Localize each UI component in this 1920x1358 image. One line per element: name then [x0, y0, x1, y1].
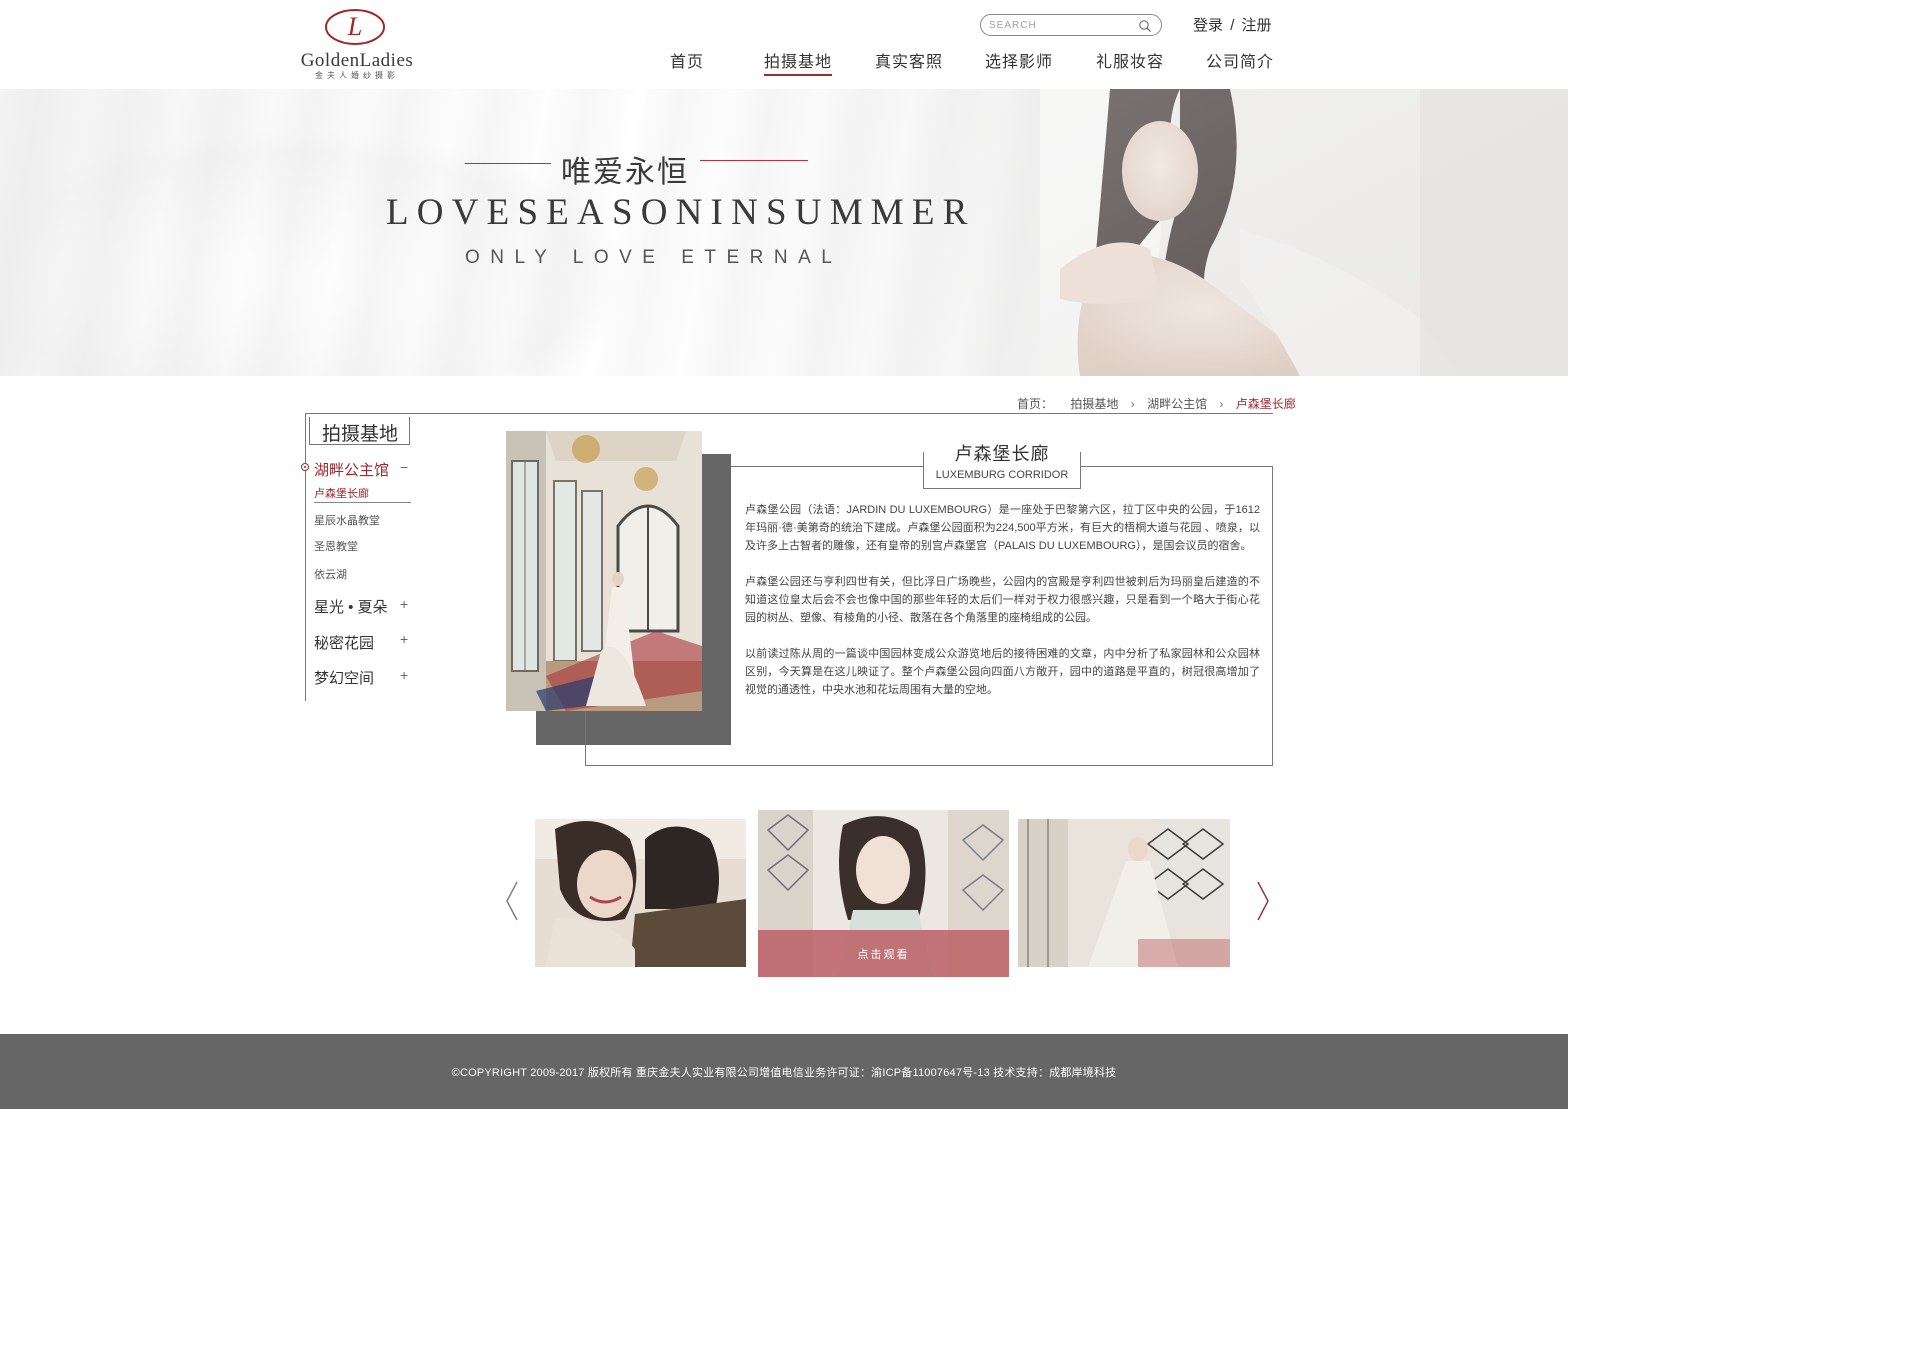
logo-emblem-icon: L [325, 9, 385, 45]
site-header: L GoldenLadies 金夫人婚纱摄影 登录 / 注册 首页 拍摄基地 真… [0, 0, 1568, 89]
brand-name: GoldenLadies [300, 50, 414, 71]
breadcrumb-home[interactable]: 首页： [1017, 397, 1053, 411]
feature-description: 卢森堡公园（法语：JARDIN DU LUXEMBOURG）是一座处于巴黎第六区… [745, 501, 1260, 717]
account-links: 登录 / 注册 [1193, 14, 1272, 35]
active-marker-icon [301, 463, 309, 471]
section-divider [305, 413, 1273, 414]
search-box [980, 14, 1162, 36]
brand-subtitle: 金夫人婚纱摄影 [315, 71, 399, 80]
banner-divider-left [465, 163, 551, 164]
sidebar-item-crystal-church[interactable]: 星辰水晶教堂 [314, 512, 380, 528]
sidebar-item-underline [314, 502, 411, 503]
feature-paragraph: 以前读过陈从周的一篇谈中国园林变成公众游览地后的接待困难的文章，内中分析了私家园… [745, 648, 1260, 696]
copyright-text: ©COPYRIGHT 2009-2017 版权所有 重庆金夫人实业有限公司增值电… [451, 1067, 1117, 1079]
breadcrumb-current: 卢森堡长廊 [1235, 397, 1296, 411]
expand-icon[interactable]: + [400, 631, 408, 647]
hero-banner: 唯爱永恒 LOVESEASONINSUMMER ONLY LOVE ETERNA… [0, 89, 1568, 376]
carousel-thumb[interactable] [1018, 819, 1230, 967]
feature-photo[interactable] [506, 431, 702, 711]
svg-text:L: L [347, 12, 362, 41]
search-icon[interactable] [1138, 19, 1152, 33]
chevron-right-icon: › [1130, 397, 1135, 411]
register-link[interactable]: 注册 [1242, 17, 1272, 34]
feature-paragraph: 卢森堡公园还与亨利四世有关，但比浮日广场晚些，公园内的宫殿是亨利四世被刺后为玛丽… [745, 576, 1260, 624]
expand-icon[interactable]: + [400, 596, 408, 612]
breadcrumb-item[interactable]: 拍摄基地 [1070, 397, 1118, 411]
feature-title: 卢森堡长廊 [954, 444, 1050, 464]
sidebar-item-luxemburg[interactable]: 卢森堡长廊 [314, 485, 369, 501]
feature-paragraph: 卢森堡公园（法语：JARDIN DU LUXEMBOURG）是一座处于巴黎第六区… [745, 504, 1260, 552]
feature-frame-top [731, 466, 923, 467]
nav-item-real-photos[interactable]: 真实客照 [875, 48, 943, 76]
sidebar-group-secret-garden[interactable]: 秘密花园 [314, 632, 374, 653]
sidebar-heading-text: 拍摄基地 [322, 424, 399, 445]
carousel-thumb[interactable] [535, 819, 746, 967]
nav-item-photographers[interactable]: 选择影师 [985, 48, 1053, 76]
sidebar-group-lakeside[interactable]: 湖畔公主馆 [314, 459, 389, 480]
collapse-icon[interactable]: − [400, 459, 408, 475]
sidebar-group-dream-space[interactable]: 梦幻空间 [314, 667, 374, 688]
nav-item-dress-makeup[interactable]: 礼服妆容 [1096, 48, 1164, 76]
expand-icon[interactable]: + [400, 667, 408, 683]
nav-item-home[interactable]: 首页 [670, 48, 704, 76]
nav-item-about[interactable]: 公司简介 [1206, 48, 1274, 76]
brand-logo[interactable]: L GoldenLadies 金夫人婚纱摄影 [294, 6, 420, 82]
banner-tagline: ONLY LOVE ETERNAL [465, 247, 843, 268]
sidebar-rail [305, 413, 306, 701]
main-nav: 首页 拍摄基地 真实客照 选择影师 礼服妆容 公司简介 [640, 48, 1280, 78]
search-input[interactable] [989, 17, 1134, 33]
breadcrumb-item[interactable]: 湖畔公主馆 [1147, 397, 1207, 411]
carousel-prev-icon[interactable] [505, 881, 519, 921]
sidebar-group-starlight[interactable]: 星光 • 夏朵 [314, 596, 388, 617]
sidebar-heading: 拍摄基地 [304, 417, 410, 447]
bride-photo [1040, 89, 1568, 376]
feature-subtitle: LUXEMBURG CORRIDOR [935, 469, 1069, 481]
banner-divider-right [700, 160, 808, 161]
carousel-next-icon[interactable] [1256, 881, 1270, 921]
carousel-thumb-active[interactable] [758, 810, 1009, 977]
site-footer: ©COPYRIGHT 2009-2017 版权所有 重庆金夫人实业有限公司增值电… [0, 1034, 1568, 1109]
sidebar-item-evian-lake[interactable]: 依云湖 [314, 566, 347, 582]
sidebar-item-grace-church[interactable]: 圣恩教堂 [314, 538, 358, 554]
banner-title: 唯爱永恒 [561, 156, 689, 189]
feature-frame-top [1081, 466, 1273, 467]
banner-headline: LOVESEASONINSUMMER [386, 192, 976, 233]
chevron-right-icon: › [1219, 397, 1224, 411]
breadcrumb: 首页： 拍摄基地 › 湖畔公主馆 › 卢森堡长廊 [1017, 395, 1296, 412]
nav-item-locations[interactable]: 拍摄基地 [764, 48, 833, 76]
login-separator: / [1230, 17, 1235, 34]
login-link[interactable]: 登录 [1193, 17, 1223, 34]
